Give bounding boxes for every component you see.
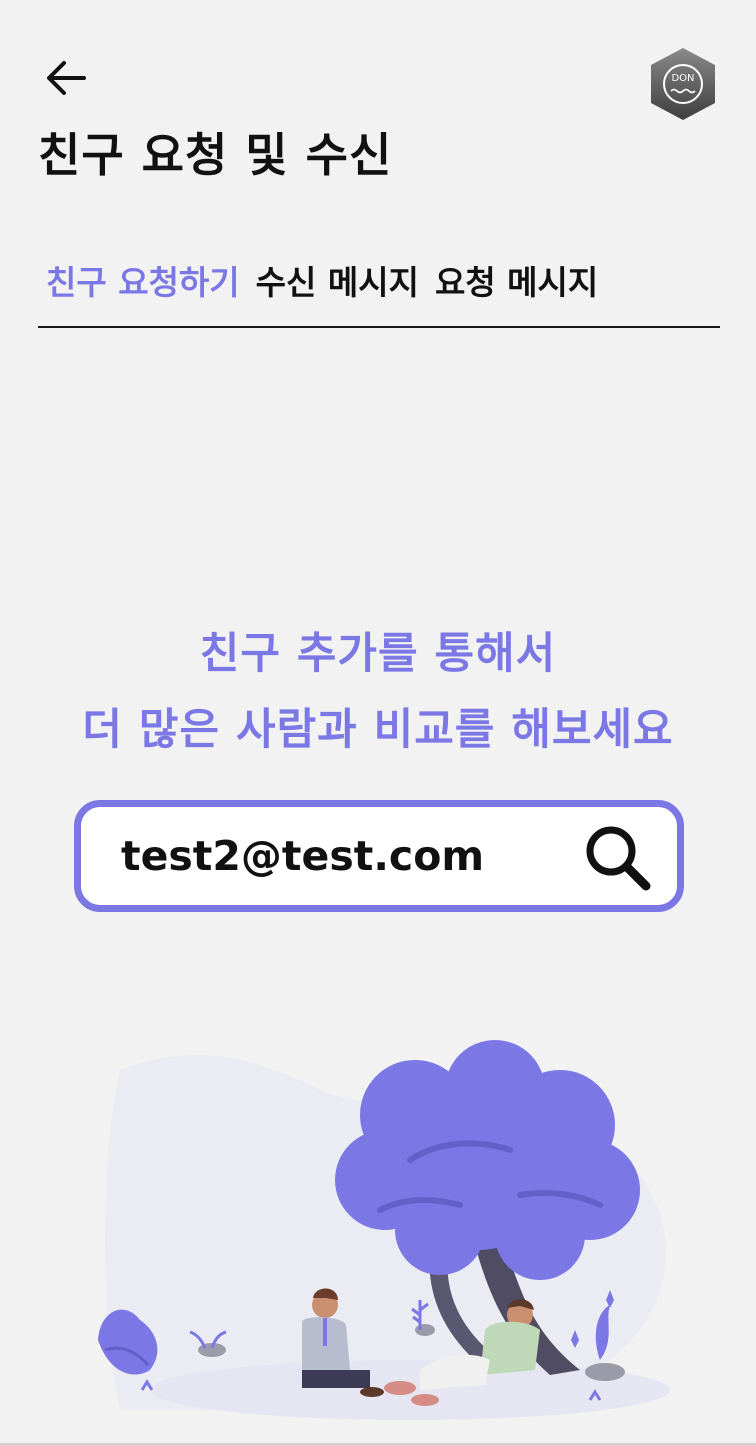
tab-request-messages[interactable]: 요청 메시지: [435, 256, 598, 304]
avatar-label: DON: [671, 73, 695, 84]
tab-send-request[interactable]: 친구 요청하기: [46, 256, 240, 304]
friends-under-tree-illustration: [98, 1040, 670, 1420]
promo-text: 친구 추가를 통해서 더 많은 사람과 비교를 해보세요: [0, 616, 756, 768]
search-input[interactable]: [121, 825, 561, 887]
page-title: 친구 요청 및 수신: [38, 128, 393, 182]
promo-line-1: 친구 추가를 통해서: [199, 629, 557, 679]
arrow-left-icon: [47, 61, 86, 95]
tab-received-messages[interactable]: 수신 메시지: [256, 256, 419, 304]
search-icon: [586, 826, 651, 891]
search-box: [74, 800, 684, 912]
search-button[interactable]: [581, 823, 655, 893]
promo-line-2: 더 많은 사람과 비교를 해보세요: [82, 705, 674, 755]
back-button[interactable]: [40, 52, 92, 104]
tab-bar: 친구 요청하기 수신 메시지 요청 메시지: [38, 252, 720, 328]
avatar[interactable]: DON: [648, 46, 718, 122]
